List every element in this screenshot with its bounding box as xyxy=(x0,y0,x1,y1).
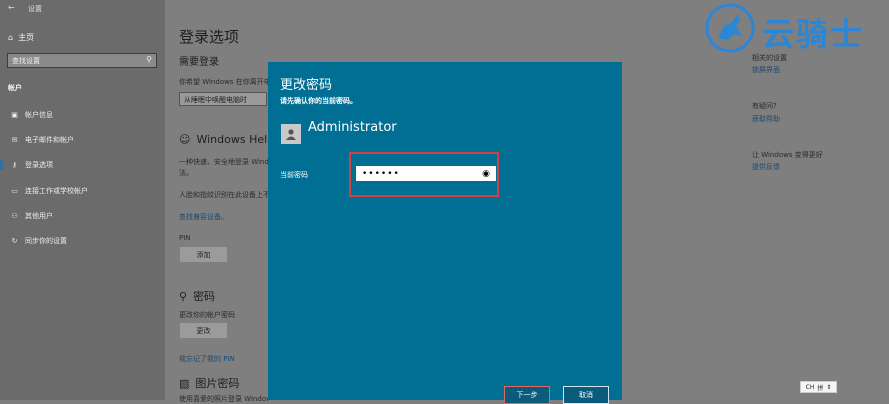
mail-icon: ✉ xyxy=(11,136,18,144)
picture-password-title: 图片密码 xyxy=(195,377,240,390)
cancel-button[interactable]: 取消 xyxy=(563,386,609,404)
sidebar-item-label: 同步你的设置 xyxy=(25,237,67,245)
sidebar-item-signin-options[interactable]: ⚷ 登录选项 xyxy=(0,158,165,172)
smiley-icon: ☺ xyxy=(179,133,191,146)
hello-desc-line1: 一种快速、安全地登录 Windows、应用和服务的方 xyxy=(179,158,268,166)
password-heading: ⚲ 密码 xyxy=(179,288,215,304)
knight-logo-icon xyxy=(705,3,755,53)
password-title: 密码 xyxy=(193,290,216,303)
change-password-button[interactable]: 更改 xyxy=(180,323,227,338)
sidebar: ← 设置 ⌂ 主页 查找设置 ⚲ 帐户 ▣ 帐户信息 ✉ 电子邮件和帐户 ⚷ 登… xyxy=(0,0,165,400)
home-icon: ⌂ xyxy=(8,33,14,42)
window-title: 设置 xyxy=(28,5,42,13)
sidebar-item-label: 登录选项 xyxy=(25,161,53,169)
sync-icon: ↻ xyxy=(11,237,18,245)
sidebar-item-sync[interactable]: ↻ 同步你的设置 xyxy=(0,234,165,248)
dialog-prompt: 请先确认你的当前密码。 xyxy=(280,97,357,105)
windows-hello-heading: ☺ Windows Hello xyxy=(179,133,277,146)
search-icon: ⚲ xyxy=(146,55,152,64)
password-desc: 更改你的帐户密码 xyxy=(179,311,235,319)
feedback-link[interactable]: 提供反馈 xyxy=(752,162,780,172)
section-heading: 帐户 xyxy=(8,84,22,92)
search-input[interactable]: 查找设置 ⚲ xyxy=(7,53,157,68)
require-signin-heading: 需要登录 xyxy=(179,57,219,68)
page-title: 登录选项 xyxy=(179,28,240,46)
sidebar-item-account-info[interactable]: ▣ 帐户信息 xyxy=(0,108,165,122)
require-signin-desc: 你希望 Windows 在你离开电脑多久后要求你重新登录? xyxy=(179,78,268,86)
watermark-text: 云骑士 xyxy=(762,15,865,53)
search-placeholder: 查找设置 xyxy=(12,57,40,65)
hello-desc-line2: 法。 xyxy=(179,169,193,177)
password-value: •••••• xyxy=(362,168,400,179)
improve-windows-heading: 让 Windows 变得更好 xyxy=(752,151,823,159)
add-pin-button[interactable]: 添加 xyxy=(180,247,227,262)
picture-password-heading: ▨ 图片密码 xyxy=(179,375,239,391)
person-add-icon: ⚇ xyxy=(11,212,18,220)
lock-screen-link[interactable]: 锁屏界面 xyxy=(752,65,780,75)
next-button[interactable]: 下一步 xyxy=(504,386,550,404)
key-search-icon: ⚲ xyxy=(179,289,188,303)
signin-dropdown[interactable]: 从睡眠中唤醒电脑时 xyxy=(179,92,267,106)
pin-label: PIN xyxy=(179,234,191,242)
dropdown-value: 从睡眠中唤醒电脑时 xyxy=(184,96,247,104)
sidebar-item-email[interactable]: ✉ 电子邮件和帐户 xyxy=(0,133,165,147)
ime-mode: 拼 xyxy=(817,384,824,392)
ime-indicator[interactable]: CH 拼 ⇕ xyxy=(800,381,837,393)
key-icon: ⚷ xyxy=(11,161,18,169)
sidebar-item-label: 连接工作或学校帐户 xyxy=(25,187,88,195)
ime-updown-icon: ⇕ xyxy=(826,383,832,391)
sidebar-item-work-school[interactable]: ▭ 连接工作或学校帐户 xyxy=(0,184,165,198)
have-question-heading: 有疑问? xyxy=(752,102,777,110)
person-card-icon: ▣ xyxy=(11,111,18,119)
find-compatible-link[interactable]: 查找兼容设备。 xyxy=(179,212,228,222)
picture-password-desc: 使用喜爱的照片登录 Windows xyxy=(179,395,268,403)
ime-lang: CH xyxy=(805,383,815,391)
dialog-title: 更改密码 xyxy=(280,78,333,93)
back-arrow-icon[interactable]: ← xyxy=(8,3,15,12)
username: Administrator xyxy=(308,120,397,135)
sidebar-home[interactable]: ⌂ 主页 xyxy=(8,32,34,43)
sidebar-item-other-users[interactable]: ⚇ 其他用户 xyxy=(0,209,165,223)
reveal-password-icon[interactable]: ◉ xyxy=(482,169,490,179)
home-label: 主页 xyxy=(18,33,35,42)
picture-icon: ▨ xyxy=(179,376,190,390)
change-password-dialog: 更改密码 请先确认你的当前密码。 Administrator 当前密码 ••••… xyxy=(268,62,622,404)
sidebar-item-label: 其他用户 xyxy=(25,212,53,220)
windows-hello-title: Windows Hello xyxy=(196,133,277,146)
current-password-label: 当前密码 xyxy=(280,171,308,179)
forgot-pin-link[interactable]: 我忘记了我的 PIN xyxy=(179,354,235,364)
current-password-field[interactable]: •••••• ◉ xyxy=(356,166,496,181)
user-icon xyxy=(286,129,296,140)
sidebar-item-label: 帐户信息 xyxy=(25,111,53,119)
briefcase-icon: ▭ xyxy=(11,187,18,195)
avatar xyxy=(281,124,301,144)
sidebar-item-label: 电子邮件和帐户 xyxy=(25,136,74,144)
get-help-link[interactable]: 获取帮助 xyxy=(752,114,780,124)
hello-unavailable: 人脸和指纹识别在此设备上不可用。 xyxy=(179,191,268,199)
